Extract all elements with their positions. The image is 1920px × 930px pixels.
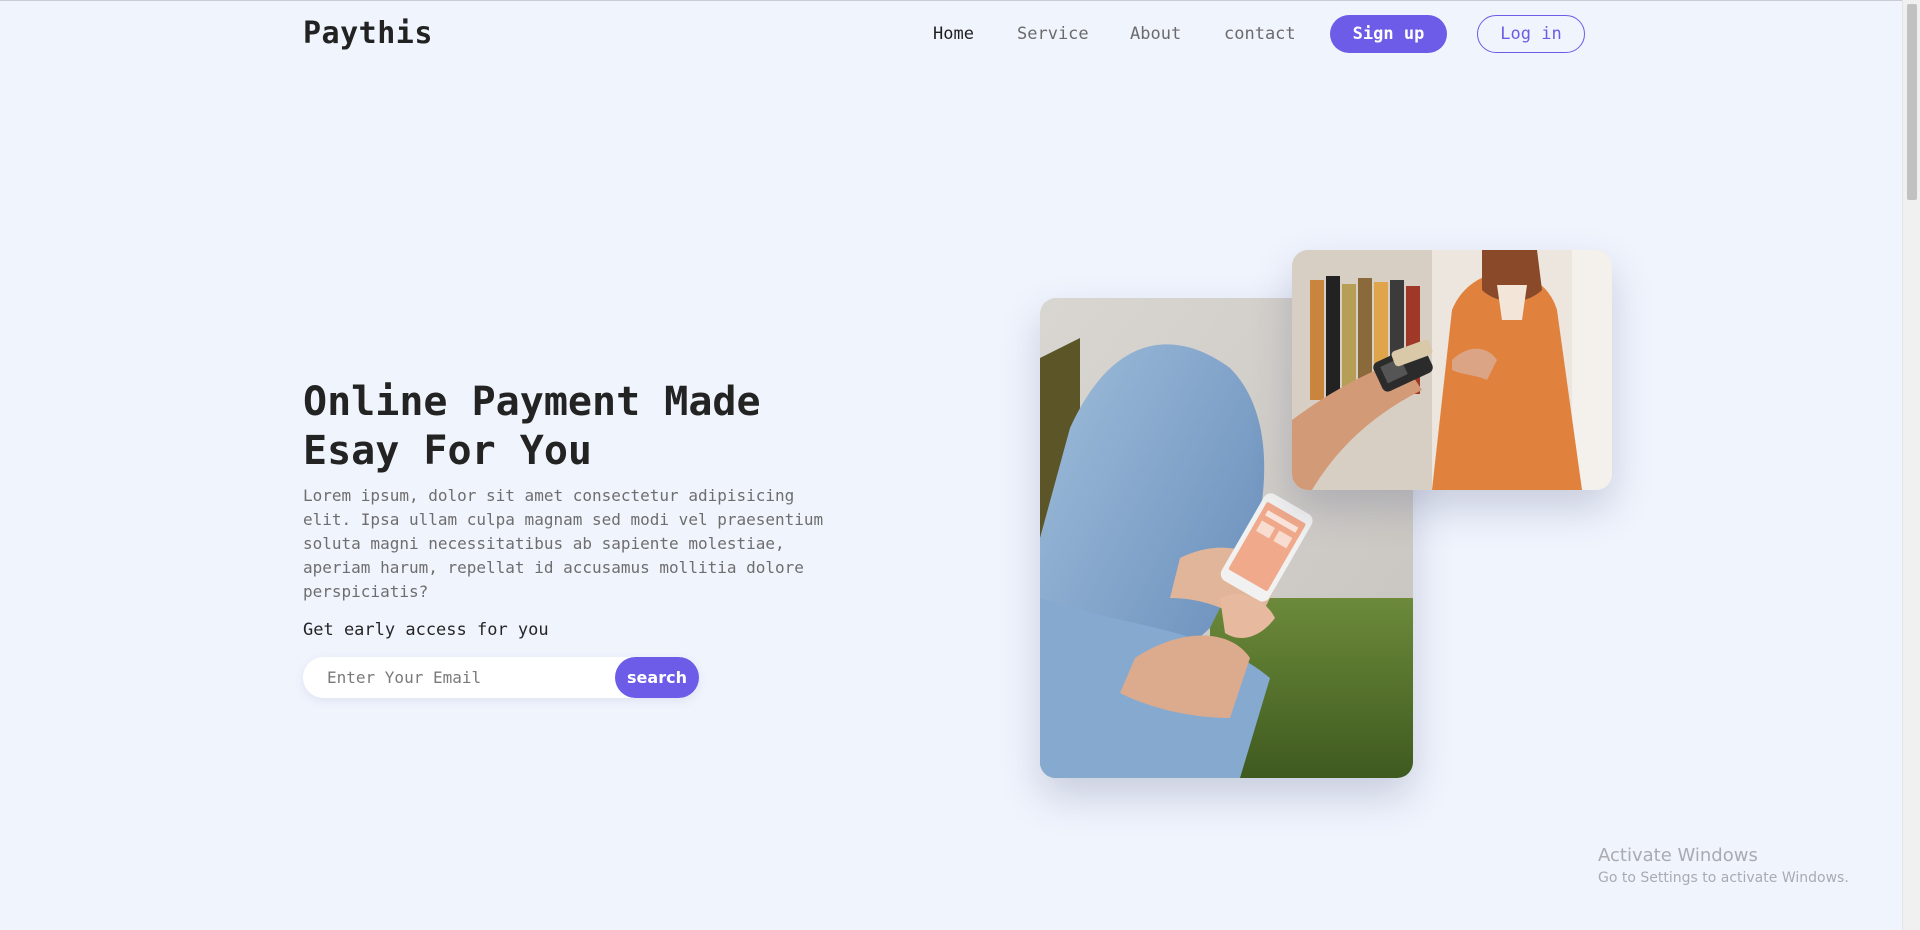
- page-scrollbar[interactable]: [1902, 0, 1920, 930]
- login-button[interactable]: Log in: [1477, 15, 1585, 53]
- email-input[interactable]: [327, 657, 587, 698]
- activate-windows-title: Activate Windows: [1598, 845, 1758, 866]
- search-button[interactable]: search: [615, 657, 699, 698]
- store-card-payment-photo: [1292, 250, 1612, 490]
- signup-button[interactable]: Sign up: [1330, 15, 1447, 53]
- store-payment-illustration: [1292, 250, 1612, 490]
- nav-contact-link[interactable]: contact: [1224, 24, 1296, 50]
- hero-title: Online Payment Made Esay For You: [303, 379, 761, 474]
- activate-windows-subtitle: Go to Settings to activate Windows.: [1598, 870, 1849, 886]
- hero-description: Lorem ipsum, dolor sit amet consectetur …: [303, 486, 824, 601]
- scrollbar-thumb[interactable]: [1907, 4, 1917, 200]
- email-signup-form: search: [303, 657, 699, 698]
- nav-home-link[interactable]: Home: [933, 24, 974, 50]
- nav-about-link[interactable]: About: [1130, 24, 1181, 50]
- window-top-border: [0, 0, 1902, 1]
- nav-service-link[interactable]: Service: [1017, 24, 1089, 50]
- early-access-label: Get early access for you: [303, 620, 549, 640]
- brand-logo[interactable]: Paythis: [303, 16, 433, 51]
